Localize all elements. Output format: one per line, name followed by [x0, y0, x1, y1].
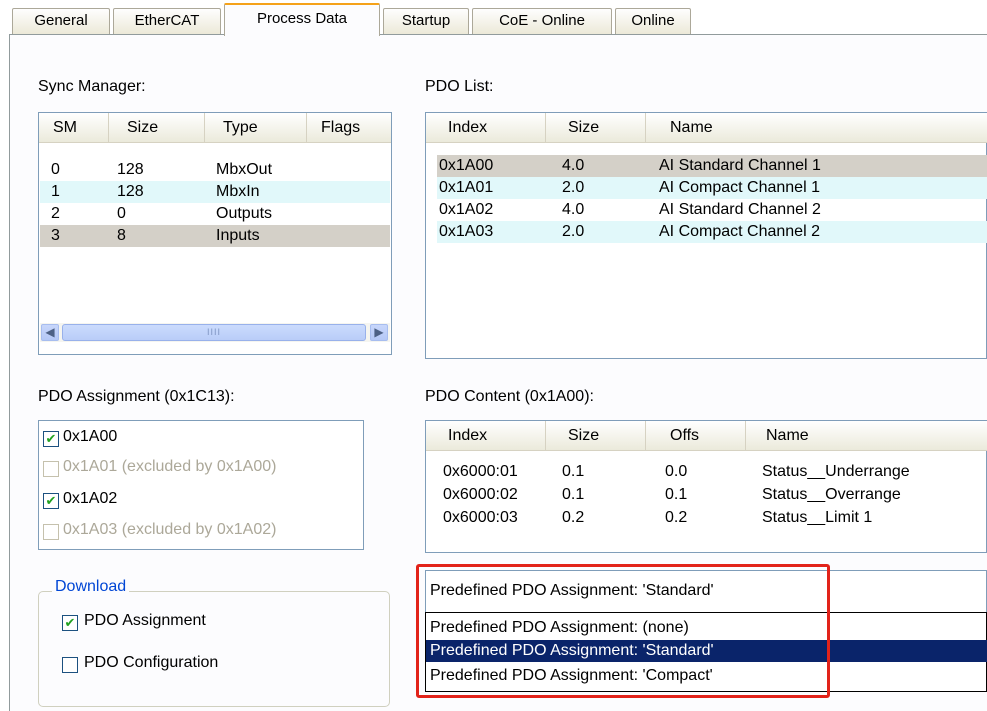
scroll-right-icon[interactable]: ▶ [370, 324, 388, 341]
sync-manager-list[interactable]: SM Size Type Flags 0 128 MbxOut 1 128 Mb… [38, 112, 392, 355]
pdo-configuration-checkbox[interactable] [62, 657, 78, 673]
cell-index: 0x1A01 [439, 179, 494, 196]
column-index[interactable]: Index [426, 421, 546, 451]
pdo-list-header: Index Size Name [426, 113, 987, 143]
column-type[interactable]: Type [205, 113, 307, 143]
cell-index: 0x6000:03 [443, 509, 518, 526]
pdo-content-list[interactable]: Index Size Offs Name 0x6000:01 0.1 0.0 S… [425, 420, 987, 553]
table-row[interactable]: 0x1A01 2.0 AI Compact Channel 1 [437, 177, 987, 199]
pdo-assignment-checkbox[interactable]: ✔ [62, 615, 78, 631]
pdo-list-label: PDO List: [425, 78, 494, 95]
table-row[interactable]: 0x6000:03 0.2 0.2 Status__Limit 1 [443, 507, 987, 529]
column-size[interactable]: Size [546, 113, 646, 143]
table-row[interactable]: 0x1A00 4.0 AI Standard Channel 1 [437, 155, 987, 177]
pdo-content-label: PDO Content (0x1A00): [425, 388, 594, 405]
cell-sm: 0 [51, 161, 60, 178]
checkbox-0x1a00[interactable]: ✔ [43, 431, 59, 447]
checkbox-0x1a01[interactable] [43, 461, 59, 477]
cell-size: 2.0 [562, 223, 585, 240]
cell-offs: 0.2 [665, 509, 688, 526]
cell-type: Outputs [216, 205, 273, 222]
cell-index: 0x1A02 [439, 201, 494, 218]
assignment-item-label: 0x1A03 (excluded by 0x1A02) [63, 521, 277, 538]
download-group [38, 591, 390, 707]
tab-startup[interactable]: Startup [383, 8, 469, 34]
table-row[interactable]: 0x6000:02 0.1 0.1 Status__Overrange [443, 484, 987, 506]
cell-offs: 0.1 [665, 486, 688, 503]
assignment-item-label: 0x1A01 (excluded by 0x1A00) [63, 458, 277, 475]
cell-index: 0x6000:02 [443, 486, 518, 503]
tab-process-data[interactable]: Process Data [224, 3, 380, 36]
cell-size: 0.1 [562, 463, 585, 480]
table-row[interactable]: 1 128 MbxIn [40, 181, 390, 203]
scroll-left-icon[interactable]: ◀ [41, 324, 59, 341]
pdo-assignment-label: PDO Assignment (0x1C13): [38, 388, 235, 405]
assignment-item-label: 0x1A02 [63, 490, 118, 507]
cell-size: 0 [117, 205, 126, 222]
cell-index: 0x1A00 [439, 157, 494, 174]
column-size[interactable]: Size [109, 113, 205, 143]
column-flags[interactable]: Flags [307, 113, 391, 143]
cell-size: 8 [117, 227, 126, 244]
table-row[interactable]: 2 0 Outputs [40, 203, 390, 225]
cell-sm: 1 [51, 183, 60, 200]
checkbox-0x1a02[interactable]: ✔ [43, 493, 59, 509]
assignment-item-label: 0x1A00 [63, 428, 118, 445]
column-name[interactable]: Name [646, 113, 987, 143]
cell-index: 0x1A03 [439, 223, 494, 240]
pdo-content-header: Index Size Offs Name [426, 421, 987, 451]
cell-index: 0x6000:01 [443, 463, 518, 480]
column-offs[interactable]: Offs [646, 421, 746, 451]
cell-name: Status__Overrange [762, 486, 901, 503]
scroll-thumb[interactable]: IIII [62, 324, 366, 341]
cell-name: Status__Limit 1 [762, 509, 873, 526]
cell-size: 4.0 [562, 201, 585, 218]
cell-size: 4.0 [562, 157, 585, 174]
pdo-configuration-checkbox-label[interactable]: PDO Configuration [84, 654, 218, 672]
cell-size: 128 [117, 183, 144, 200]
horizontal-scrollbar[interactable]: ◀ IIII ▶ [40, 323, 390, 342]
cell-type: MbxOut [216, 161, 273, 178]
table-row[interactable]: 0x1A02 4.0 AI Standard Channel 2 [437, 199, 987, 221]
cell-size: 0.1 [562, 486, 585, 503]
pdo-assignment-list[interactable]: ✔ 0x1A00 0x1A01 (excluded by 0x1A00) ✔ 0… [38, 420, 364, 550]
cell-name: AI Compact Channel 2 [659, 223, 820, 240]
cell-size: 0.2 [562, 509, 585, 526]
cell-type: MbxIn [216, 183, 260, 200]
cell-name: AI Compact Channel 1 [659, 179, 820, 196]
table-row[interactable]: 0x1A03 2.0 AI Compact Channel 2 [437, 221, 987, 243]
download-legend: Download [52, 578, 130, 596]
table-row[interactable]: 0x6000:01 0.1 0.0 Status__Underrange [443, 461, 987, 483]
column-index[interactable]: Index [426, 113, 546, 143]
table-row[interactable]: 3 8 Inputs [40, 225, 390, 247]
pdo-assignment-checkbox-label[interactable]: PDO Assignment [84, 612, 206, 630]
cell-name: Status__Underrange [762, 463, 910, 480]
cell-size: 2.0 [562, 179, 585, 196]
tab-ethercat[interactable]: EtherCAT [113, 8, 221, 34]
cell-name: AI Standard Channel 1 [659, 157, 821, 174]
sync-manager-header: SM Size Type Flags [39, 113, 391, 143]
column-size[interactable]: Size [546, 421, 646, 451]
cell-sm: 2 [51, 205, 60, 222]
cell-type: Inputs [216, 227, 260, 244]
checkbox-0x1a03[interactable] [43, 524, 59, 540]
cell-name: AI Standard Channel 2 [659, 201, 821, 218]
table-row[interactable]: 0 128 MbxOut [40, 159, 390, 181]
cell-offs: 0.0 [665, 463, 688, 480]
column-name[interactable]: Name [746, 421, 987, 451]
pdo-list[interactable]: Index Size Name 0x1A00 4.0 AI Standard C… [425, 112, 987, 359]
cell-size: 128 [117, 161, 144, 178]
tab-coe-online[interactable]: CoE - Online [472, 8, 612, 34]
sync-manager-label: Sync Manager: [38, 78, 146, 95]
cell-sm: 3 [51, 227, 60, 244]
tab-general[interactable]: General [12, 8, 110, 34]
annotation-highlight-box [416, 564, 830, 698]
tab-online[interactable]: Online [615, 8, 691, 34]
column-sm[interactable]: SM [39, 113, 109, 143]
